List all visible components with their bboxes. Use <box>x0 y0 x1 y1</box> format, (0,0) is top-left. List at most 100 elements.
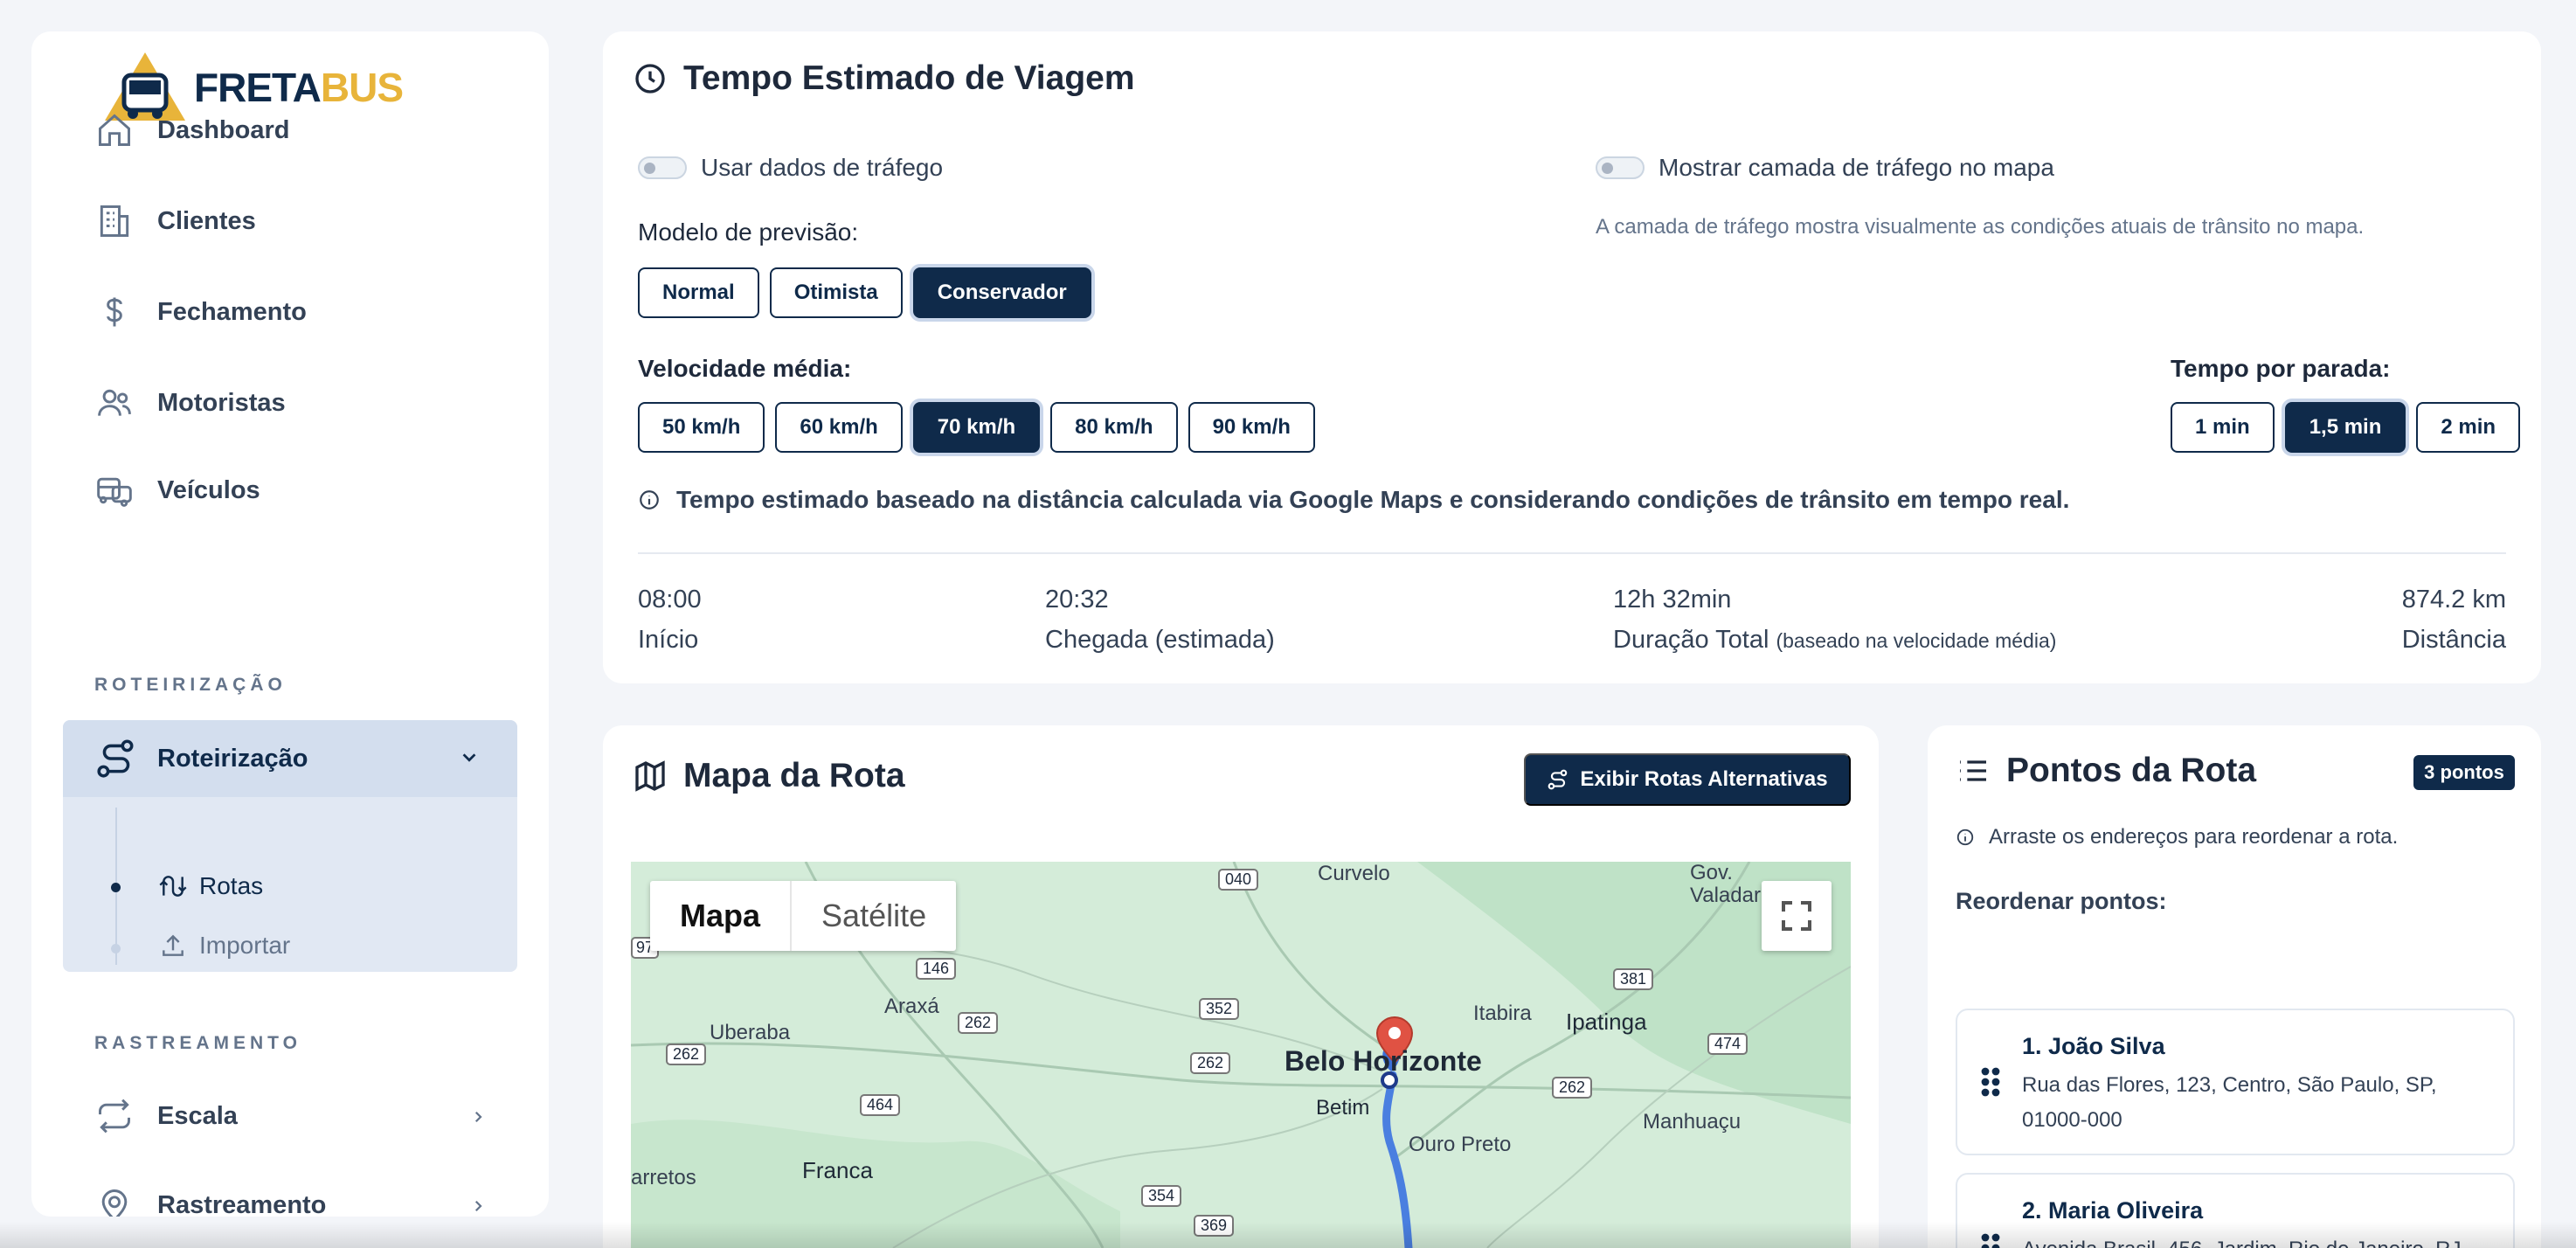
info-icon <box>1956 829 1974 846</box>
traffic-layer-toggle[interactable]: Mostrar camada de tráfego no mapa <box>1596 154 2054 182</box>
map-label-araxa: Araxá <box>884 995 939 1018</box>
model-otimista-button[interactable]: Otimista <box>769 267 903 318</box>
sidebar-item-clientes[interactable]: Clientes <box>94 201 256 241</box>
model-label: Modelo de previsão: <box>638 218 859 246</box>
sidebar-item-roteirizacao[interactable]: Roteirização <box>63 720 517 797</box>
stop-1min-button[interactable]: 1 min <box>2171 402 2275 453</box>
sidebar-subitem-importar[interactable]: Importar <box>159 932 290 960</box>
map-icon <box>635 760 665 792</box>
info-icon <box>640 490 659 510</box>
fullscreen-button[interactable] <box>1762 881 1832 951</box>
map-label-ipatinga: Ipatinga <box>1566 1009 1647 1035</box>
model-conservador-button[interactable]: Conservador <box>912 267 1091 318</box>
route-map-title: Mapa da Rota <box>633 757 905 795</box>
alternative-routes-button[interactable]: Exibir Rotas Alternativas <box>1524 753 1851 806</box>
travel-time-title: Tempo Estimado de Viagem <box>633 59 1135 98</box>
sidebar-item-label: Roteirização <box>157 744 308 773</box>
sidebar-subitem-rotas[interactable]: Rotas <box>159 872 263 900</box>
model-normal-button[interactable]: Normal <box>638 267 759 318</box>
reorder-hint: Arraste os endereços para reordenar a ro… <box>1956 825 2398 849</box>
route-stop-item[interactable]: 2. Maria Oliveira Avenida Brasil, 456, J… <box>1956 1173 2515 1248</box>
route-map[interactable]: Belo Horizonte Curvelo Gov. Valadares Ub… <box>631 862 1851 1248</box>
map-tab-satelite[interactable]: Satélite <box>792 881 956 951</box>
sidebar: FRETABUS Dashboard Clientes Fechamento M… <box>31 31 549 1217</box>
speed-70-button[interactable]: 70 km/h <box>912 402 1041 453</box>
sidebar-item-label: Fechamento <box>157 297 307 326</box>
drag-handle-icon[interactable] <box>1980 1066 2001 1098</box>
toggle-label: Usar dados de tráfego <box>701 154 944 181</box>
route-icon <box>94 737 138 780</box>
sidebar-item-escala[interactable]: Escala <box>94 1096 486 1136</box>
map-label-belo-horizonte: Belo Horizonte <box>1285 1045 1482 1077</box>
location-icon <box>94 1185 135 1217</box>
clock-icon <box>635 64 665 94</box>
stop-time-button-group: 1 min 1,5 min 2 min <box>2171 402 2521 453</box>
road-shield: 262 <box>1190 1052 1231 1074</box>
upload-icon <box>159 932 187 960</box>
sidebar-item-label: Rastreamento <box>157 1190 327 1217</box>
section-label-roteirizacao: ROTEIRIZAÇÃO <box>94 675 287 695</box>
route-stop-item[interactable]: 1. João Silva Rua das Flores, 123, Centr… <box>1956 1009 2515 1155</box>
travel-time-title-text: Tempo Estimado de Viagem <box>683 59 1135 97</box>
arrival-time-value: 20:32 <box>1045 586 1109 614</box>
stop-time-label: Tempo por parada: <box>2171 355 2391 382</box>
start-time-value: 08:00 <box>638 586 702 614</box>
model-button-group: Normal Otimista Conservador <box>638 267 1091 318</box>
road-shield: 262 <box>666 1043 707 1065</box>
sidebar-subitem-label: Importar <box>199 932 291 959</box>
active-dot <box>111 883 121 892</box>
road-shield: 464 <box>860 1094 901 1116</box>
road-shield: 262 <box>958 1012 999 1034</box>
home-icon <box>94 110 135 150</box>
alternative-routes-label: Exibir Rotas Alternativas <box>1580 767 1828 791</box>
toggle-switch[interactable] <box>1596 156 1645 179</box>
sidebar-group-roteirizacao: Roteirização Rotas Importar <box>63 720 517 972</box>
brand-name: FRETABUS <box>194 65 404 110</box>
map-label-ouro-preto: Ouro Preto <box>1409 1133 1512 1156</box>
speed-90-button[interactable]: 90 km/h <box>1188 402 1315 453</box>
stop-2min-button[interactable]: 2 min <box>2416 402 2521 453</box>
sidebar-item-motoristas[interactable]: Motoristas <box>94 383 286 423</box>
arrival-time-label: Chegada (estimada) <box>1045 626 1275 654</box>
stop-address: Rua das Flores, 123, Centro, São Paulo, … <box>2022 1073 2437 1132</box>
stop-1-5min-button[interactable]: 1,5 min <box>2284 402 2406 453</box>
traffic-layer-hint: A camada de tráfego mostra visualmente a… <box>1596 215 2365 239</box>
map-label-manhuacu: Manhuaçu <box>1643 1110 1742 1134</box>
bus-icon <box>94 470 135 510</box>
road-shield: 474 <box>1707 1033 1748 1055</box>
speed-button-group: 50 km/h 60 km/h 70 km/h 80 km/h 90 km/h <box>638 402 1315 453</box>
toggle-switch[interactable] <box>638 156 687 179</box>
speed-80-button[interactable]: 80 km/h <box>1050 402 1178 453</box>
traffic-data-toggle[interactable]: Usar dados de tráfego <box>638 154 943 182</box>
sidebar-item-rastreamento[interactable]: Rastreamento <box>94 1185 486 1217</box>
stop-address: Avenida Brasil, 456, Jardim, Rio de Jane… <box>2022 1232 2494 1248</box>
map-tab-mapa[interactable]: Mapa <box>650 881 793 951</box>
fullscreen-icon <box>1782 901 1811 931</box>
sidebar-item-dashboard[interactable]: Dashboard <box>94 110 289 150</box>
chevron-down-icon[interactable] <box>460 748 479 767</box>
speed-50-button[interactable]: 50 km/h <box>638 402 765 453</box>
road-shield: 354 <box>1141 1185 1182 1207</box>
sidebar-subitem-label: Rotas <box>199 872 264 899</box>
building-icon <box>94 201 135 241</box>
map-label-uberaba: Uberaba <box>710 1021 791 1044</box>
stop-name: 1. João Silva <box>2022 1033 2165 1059</box>
distance-label: Distância <box>2401 626 2506 654</box>
toggle-label: Mostrar camada de tráfego no mapa <box>1658 154 2054 181</box>
sidebar-item-label: Veículos <box>157 475 260 504</box>
repeat-icon <box>94 1096 135 1136</box>
sidebar-item-fechamento[interactable]: Fechamento <box>94 292 307 332</box>
road-shield: 381 <box>1613 968 1654 990</box>
section-label-rastreamento: RASTREAMENTO <box>94 1033 301 1053</box>
route-swap-icon <box>159 872 187 900</box>
inactive-dot <box>111 944 121 953</box>
distance-value: 874.2 km <box>2401 586 2506 614</box>
sidebar-item-veiculos[interactable]: Veículos <box>94 470 260 510</box>
drag-handle-icon[interactable] <box>1980 1232 2001 1248</box>
chevron-right-icon <box>474 1111 482 1123</box>
estimate-info: Tempo estimado baseado na distância calc… <box>638 486 2069 514</box>
duration-value: 12h 32min <box>1613 586 1732 614</box>
speed-60-button[interactable]: 60 km/h <box>775 402 903 453</box>
duration-label: Duração Total (baseado na velocidade méd… <box>1613 626 2057 654</box>
road-shield: 262 <box>1552 1077 1593 1099</box>
